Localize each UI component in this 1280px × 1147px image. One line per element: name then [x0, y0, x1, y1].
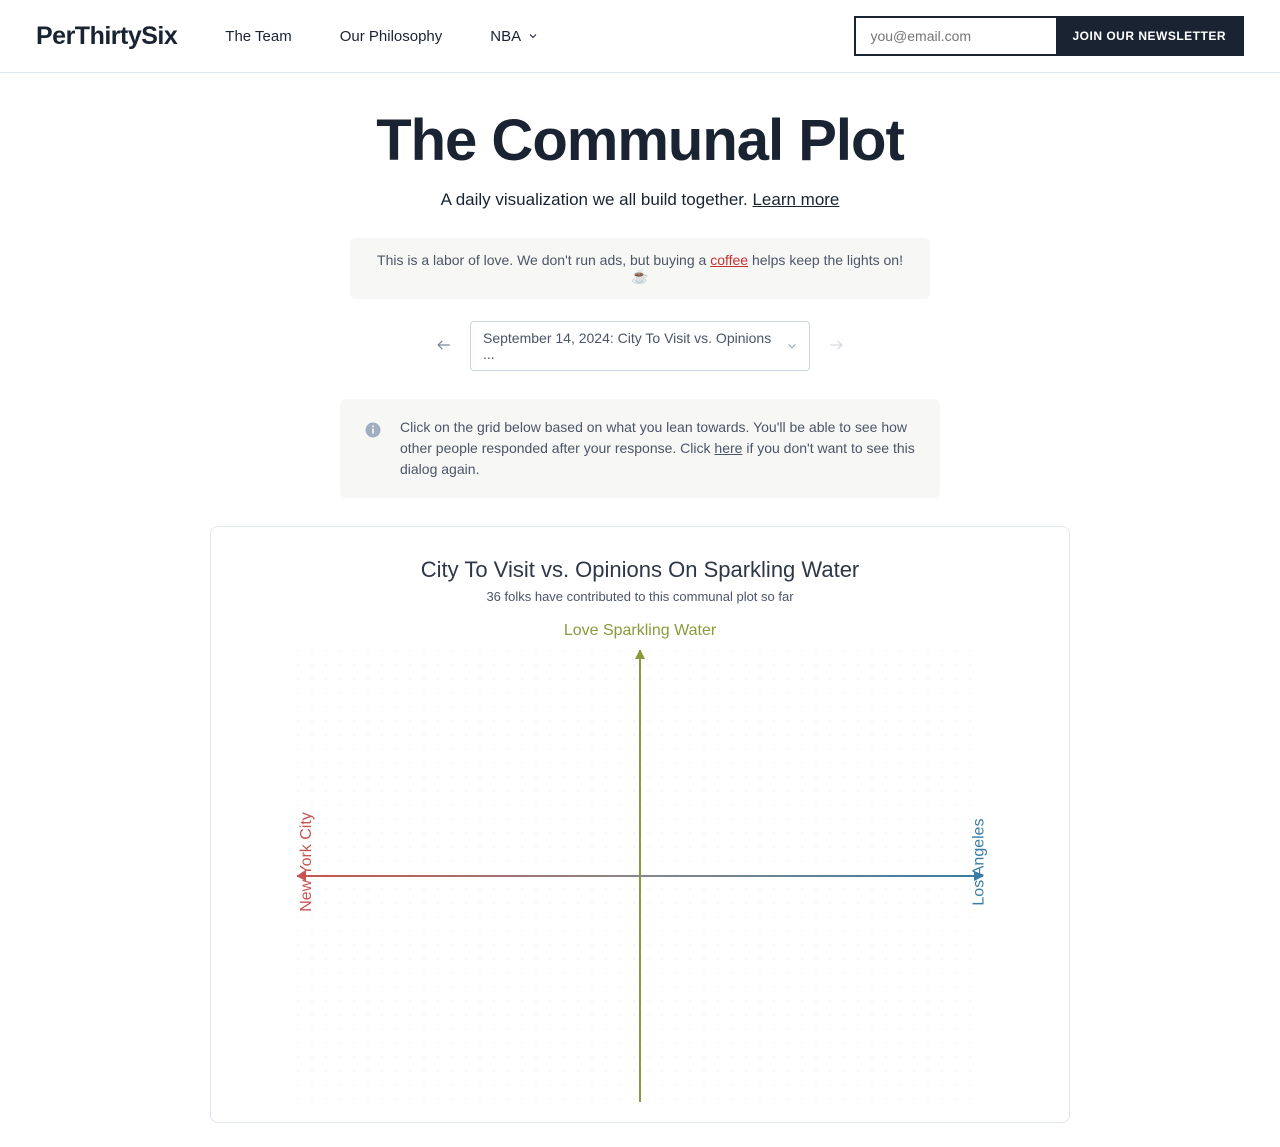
info-text: Click on the grid below based on what yo… [400, 417, 916, 480]
chart-card: City To Visit vs. Opinions On Sparkling … [210, 526, 1070, 1123]
nav-nba[interactable]: NBA [490, 28, 539, 45]
prev-day-button[interactable] [430, 332, 458, 361]
subtitle-text: A daily visualization we all build toget… [441, 190, 753, 209]
learn-more-link[interactable]: Learn more [752, 190, 839, 209]
date-dropdown[interactable]: September 14, 2024: City To Visit vs. Op… [470, 321, 810, 371]
arrow-left-icon [434, 338, 454, 352]
coffee-pre: This is a labor of love. We don't run ad… [377, 252, 710, 268]
next-day-button [822, 332, 850, 361]
date-selector-row: September 14, 2024: City To Visit vs. Op… [210, 321, 1070, 371]
horizontal-axis [297, 875, 983, 877]
newsletter-form: JOIN OUR NEWSLETTER [854, 16, 1244, 56]
axis-top-label: Love Sparkling Water [251, 622, 1029, 640]
arrow-right-icon [826, 338, 846, 352]
coffee-banner: This is a labor of love. We don't run ad… [350, 238, 930, 299]
site-header: PerThirtySix The Team Our Philosophy NBA… [0, 0, 1280, 73]
page-title: The Communal Plot [210, 107, 1070, 174]
email-field[interactable] [856, 18, 1056, 54]
chart-subtitle: 36 folks have contributed to this commun… [251, 589, 1029, 604]
main-nav: The Team Our Philosophy NBA [225, 28, 539, 45]
info-banner: Click on the grid below based on what yo… [340, 399, 940, 498]
dismiss-here-link[interactable]: here [714, 440, 742, 456]
plot-area: Love Sparkling Water New York City Los A… [251, 622, 1029, 1102]
chevron-down-icon [785, 339, 799, 353]
coffee-link[interactable]: coffee [710, 252, 748, 268]
nav-team[interactable]: The Team [225, 28, 291, 45]
date-dropdown-value: September 14, 2024: City To Visit vs. Op… [483, 330, 777, 362]
nav-philosophy[interactable]: Our Philosophy [340, 28, 443, 45]
quadrant-grid[interactable] [297, 650, 983, 1102]
chart-title: City To Visit vs. Opinions On Sparkling … [251, 557, 1029, 583]
logo[interactable]: PerThirtySix [36, 22, 177, 51]
chevron-down-icon [527, 30, 539, 42]
nav-nba-label: NBA [490, 28, 521, 45]
page-subtitle: A daily visualization we all build toget… [210, 190, 1070, 210]
info-icon [364, 421, 382, 439]
join-newsletter-button[interactable]: JOIN OUR NEWSLETTER [1056, 18, 1242, 54]
